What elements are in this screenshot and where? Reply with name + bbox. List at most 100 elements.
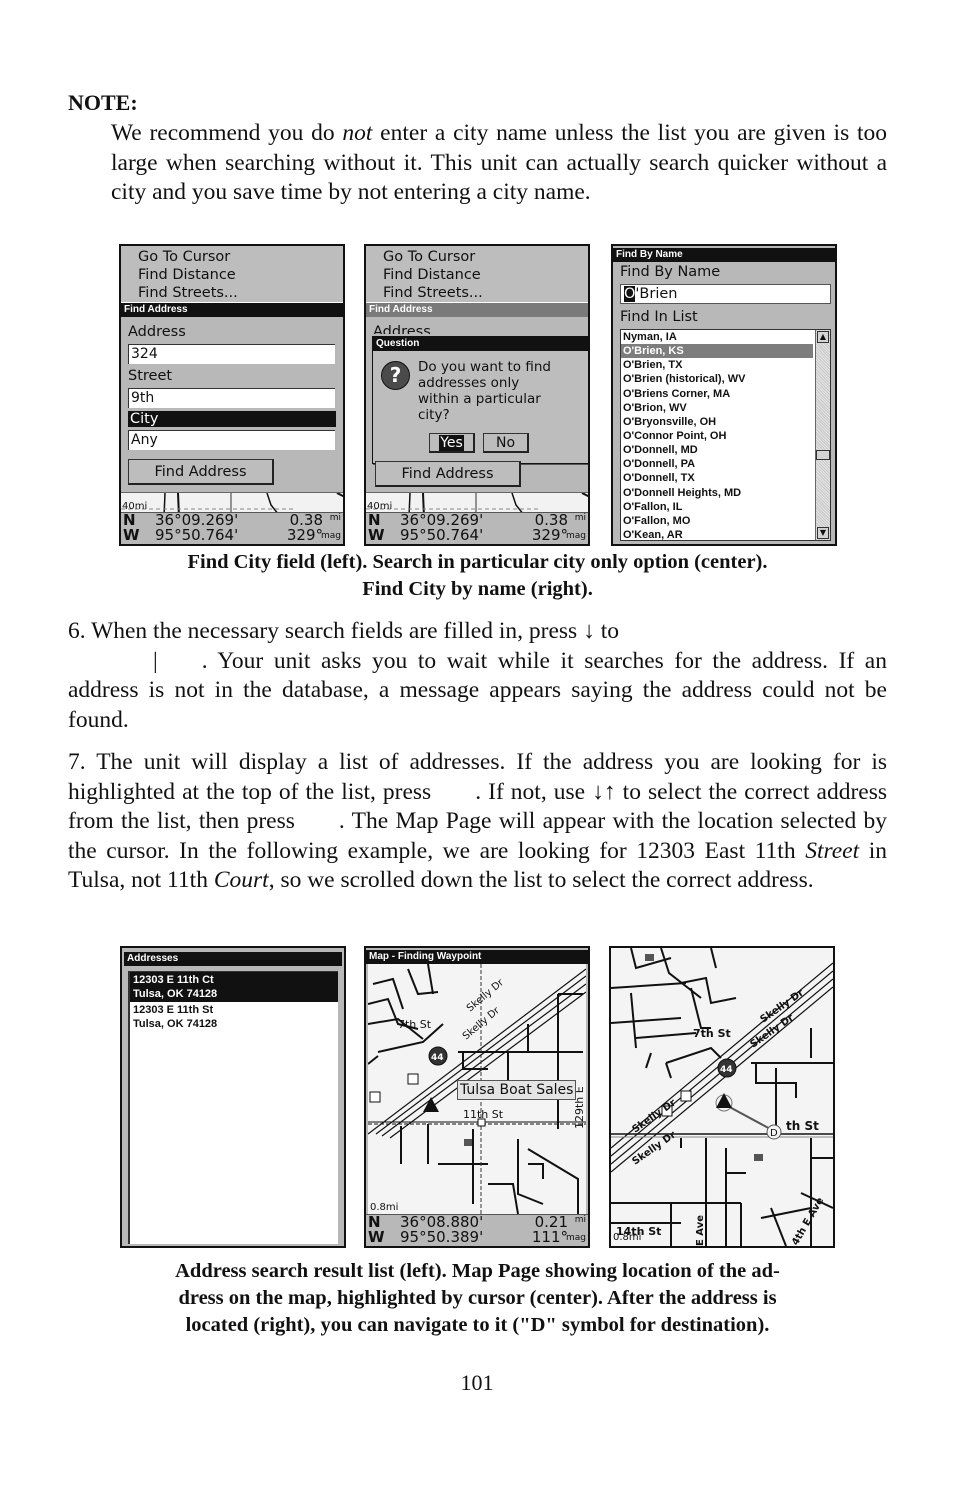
down-arrow-icon: ↓ xyxy=(583,618,595,644)
note-heading: NOTE: xyxy=(68,90,138,115)
street-label-skelly: Skelly Dr xyxy=(630,1129,678,1167)
step-text: . If not, use xyxy=(475,778,593,805)
bearing: 111° xyxy=(531,1228,568,1246)
caption-line: Find City by name (right). xyxy=(362,578,593,600)
street-label-4th-e-ave: 4th E Ave xyxy=(790,1196,826,1246)
address-label-partial: Address xyxy=(373,324,431,334)
find-by-name-label: Find By Name xyxy=(620,264,721,280)
up-down-arrows-icon: ↓↑ xyxy=(592,778,616,805)
city-list-item[interactable]: O'Brien (historical), WV xyxy=(621,372,813,386)
screenshot-addresses: Addresses 12303 E 11th Ct Tulsa, OK 7412… xyxy=(120,946,346,1248)
question-message: Do you want to find addresses only withi… xyxy=(418,359,551,423)
longitude: 95°50.764' xyxy=(400,526,484,544)
message-line: Do you want to find xyxy=(418,359,551,375)
map-view[interactable]: 44 11th St 7th St Skelly Dr Skelly Dr 12… xyxy=(368,964,586,1214)
address-city: Tulsa, OK 74128 xyxy=(133,1018,218,1030)
context-menu: Go To Cursor Find Distance Find Streets.… xyxy=(366,246,588,302)
map-roads: 44 D th St 7th St 14th St Skelly Dr Skel… xyxy=(611,948,833,1246)
position-readout: N 36°09.269' 0.38 mi W 95°50.764' 329° mag xyxy=(121,512,343,544)
step-text: . Your unit asks you to wait while it se… xyxy=(68,647,887,733)
screenshot-map-finding-waypoint: Map - Finding Waypoint 44 11th St 7th St… xyxy=(364,946,590,1248)
menu-item-find-streets[interactable]: Find Streets... xyxy=(138,284,238,302)
address-item[interactable]: 12303 E 11th St Tulsa, OK 74128 xyxy=(130,1002,338,1032)
city-list-item[interactable]: O'Donnell, PA xyxy=(621,457,813,471)
name-input[interactable]: O'Brien xyxy=(620,284,831,304)
yes-button[interactable]: Yes xyxy=(429,433,475,453)
find-in-list-label: Find In List xyxy=(620,309,698,325)
poi-label[interactable]: Tulsa Boat Sales xyxy=(457,1080,577,1100)
building-icon xyxy=(754,1154,763,1161)
highway-shield-label: 44 xyxy=(431,1053,444,1063)
city-list-item[interactable]: O'Donnell, TX xyxy=(621,471,813,485)
map-scale: 0.8mi xyxy=(370,1202,399,1213)
question-dialog: Question ? Do you want to find addresses… xyxy=(372,336,588,464)
street-label: Street xyxy=(128,368,173,384)
step-6: 6. When the necessary search fields are … xyxy=(68,617,887,735)
context-menu: Go To Cursor Find Distance Find Streets.… xyxy=(121,246,343,302)
city-list[interactable]: Nyman, IA O'Brien, KS O'Brien, TX O'Brien (… xyxy=(620,329,831,541)
menu-item-find-distance[interactable]: Find Distance xyxy=(383,266,481,284)
street-field[interactable]: 9th xyxy=(128,388,335,408)
position-readout: N 36°08.880' 0.21 mi W 95°50.389' 111° mag xyxy=(366,1214,588,1246)
city-list-item[interactable]: O'Brion, WV xyxy=(621,401,813,415)
window-title: Map - Finding Waypoint xyxy=(366,950,588,964)
city-list-item[interactable]: O'Kean, AR xyxy=(621,528,813,542)
menu-item-go-to-cursor[interactable]: Go To Cursor xyxy=(138,248,230,266)
position-readout: N 36°09.269' 0.38 mi W 95°50.764' 329° mag xyxy=(366,512,588,544)
lon-dir: W xyxy=(368,526,385,544)
city-list-item[interactable]: O'Fallon, IL xyxy=(621,500,813,514)
scroll-down-icon[interactable]: ▼ xyxy=(817,527,829,539)
note-body: We recommend you do not enter a city nam… xyxy=(111,119,887,208)
city-list-item[interactable]: O'Donnell Heights, MD xyxy=(621,486,813,500)
city-field[interactable]: Any xyxy=(128,430,335,450)
city-list-item[interactable]: O'Fallon, MO xyxy=(621,514,813,528)
address-street: 12303 E 11th Ct xyxy=(133,974,214,986)
caption-line: located (right), you can navigate to it … xyxy=(185,1314,770,1336)
note-text: We recommend you do xyxy=(111,120,343,146)
scrollbar[interactable]: ▲ ▼ xyxy=(815,330,830,540)
city-list-item[interactable]: O'Connor Point, OH xyxy=(621,429,813,443)
address-field[interactable]: 324 xyxy=(128,344,335,364)
city-list-item[interactable]: O'Donnell, MD xyxy=(621,443,813,457)
city-list-item[interactable]: O'Bryonsville, OH xyxy=(621,415,813,429)
address-label: Address xyxy=(128,324,186,340)
bearing: 329° xyxy=(531,526,568,544)
street-label-7th: 7th St xyxy=(693,1027,731,1040)
step-text: 6. When the necessary search fields are … xyxy=(68,618,584,644)
step-text: , so we scrolled down the list to select… xyxy=(268,867,814,893)
question-title: Question xyxy=(373,337,588,351)
dialog-title: Find Address xyxy=(366,303,588,317)
address-city: Tulsa, OK 74128 xyxy=(133,988,218,1000)
city-list-item[interactable]: O'Brien, KS xyxy=(621,344,813,359)
map-view[interactable]: 44 D th St 7th St 14th St Skelly Dr Skel… xyxy=(611,948,833,1246)
street-label-11th: th St xyxy=(786,1119,819,1133)
address-street: 12303 E 11th St xyxy=(133,1004,214,1016)
screenshot-find-by-name: Find By Name Find By Name O'Brien Find I… xyxy=(611,244,837,546)
yes-label: Yes xyxy=(439,435,464,451)
city-list-item[interactable]: Nyman, IA xyxy=(621,330,813,344)
menu-item-find-distance[interactable]: Find Distance xyxy=(138,266,236,284)
position-arrow-icon xyxy=(423,1097,439,1112)
find-address-button[interactable]: Find Address xyxy=(375,461,521,487)
address-list[interactable]: 12303 E 11th Ct Tulsa, OK 74128 12303 E … xyxy=(128,971,338,1244)
figure-caption-bottom: Address search result list (left). Map P… xyxy=(70,1258,885,1339)
menu-item-go-to-cursor[interactable]: Go To Cursor xyxy=(383,248,475,266)
street-label-skelly: Skelly Dr xyxy=(465,977,507,1015)
no-button[interactable]: No xyxy=(483,433,529,453)
message-line: addresses only xyxy=(418,375,520,391)
scroll-thumb[interactable] xyxy=(816,450,830,460)
scroll-up-icon[interactable]: ▲ xyxy=(817,331,829,343)
find-address-button[interactable]: Find Address xyxy=(128,459,274,485)
question-icon: ? xyxy=(381,361,410,390)
city-list-item[interactable]: O'Briens Corner, MA xyxy=(621,387,813,401)
distance-unit: mi xyxy=(574,1215,586,1225)
longitude: 95°50.764' xyxy=(155,526,239,544)
city-label-selected[interactable]: City xyxy=(128,411,336,427)
lon-dir: W xyxy=(368,1228,385,1246)
separator: | xyxy=(153,647,158,674)
menu-item-find-streets[interactable]: Find Streets... xyxy=(383,284,483,302)
address-item-selected[interactable]: 12303 E 11th Ct Tulsa, OK 74128 xyxy=(130,972,338,1002)
city-list-item[interactable]: O'Brien, TX xyxy=(621,358,813,372)
lon-dir: W xyxy=(123,526,140,544)
screenshot-question-dialog: Go To Cursor Find Distance Find Streets.… xyxy=(364,244,590,546)
